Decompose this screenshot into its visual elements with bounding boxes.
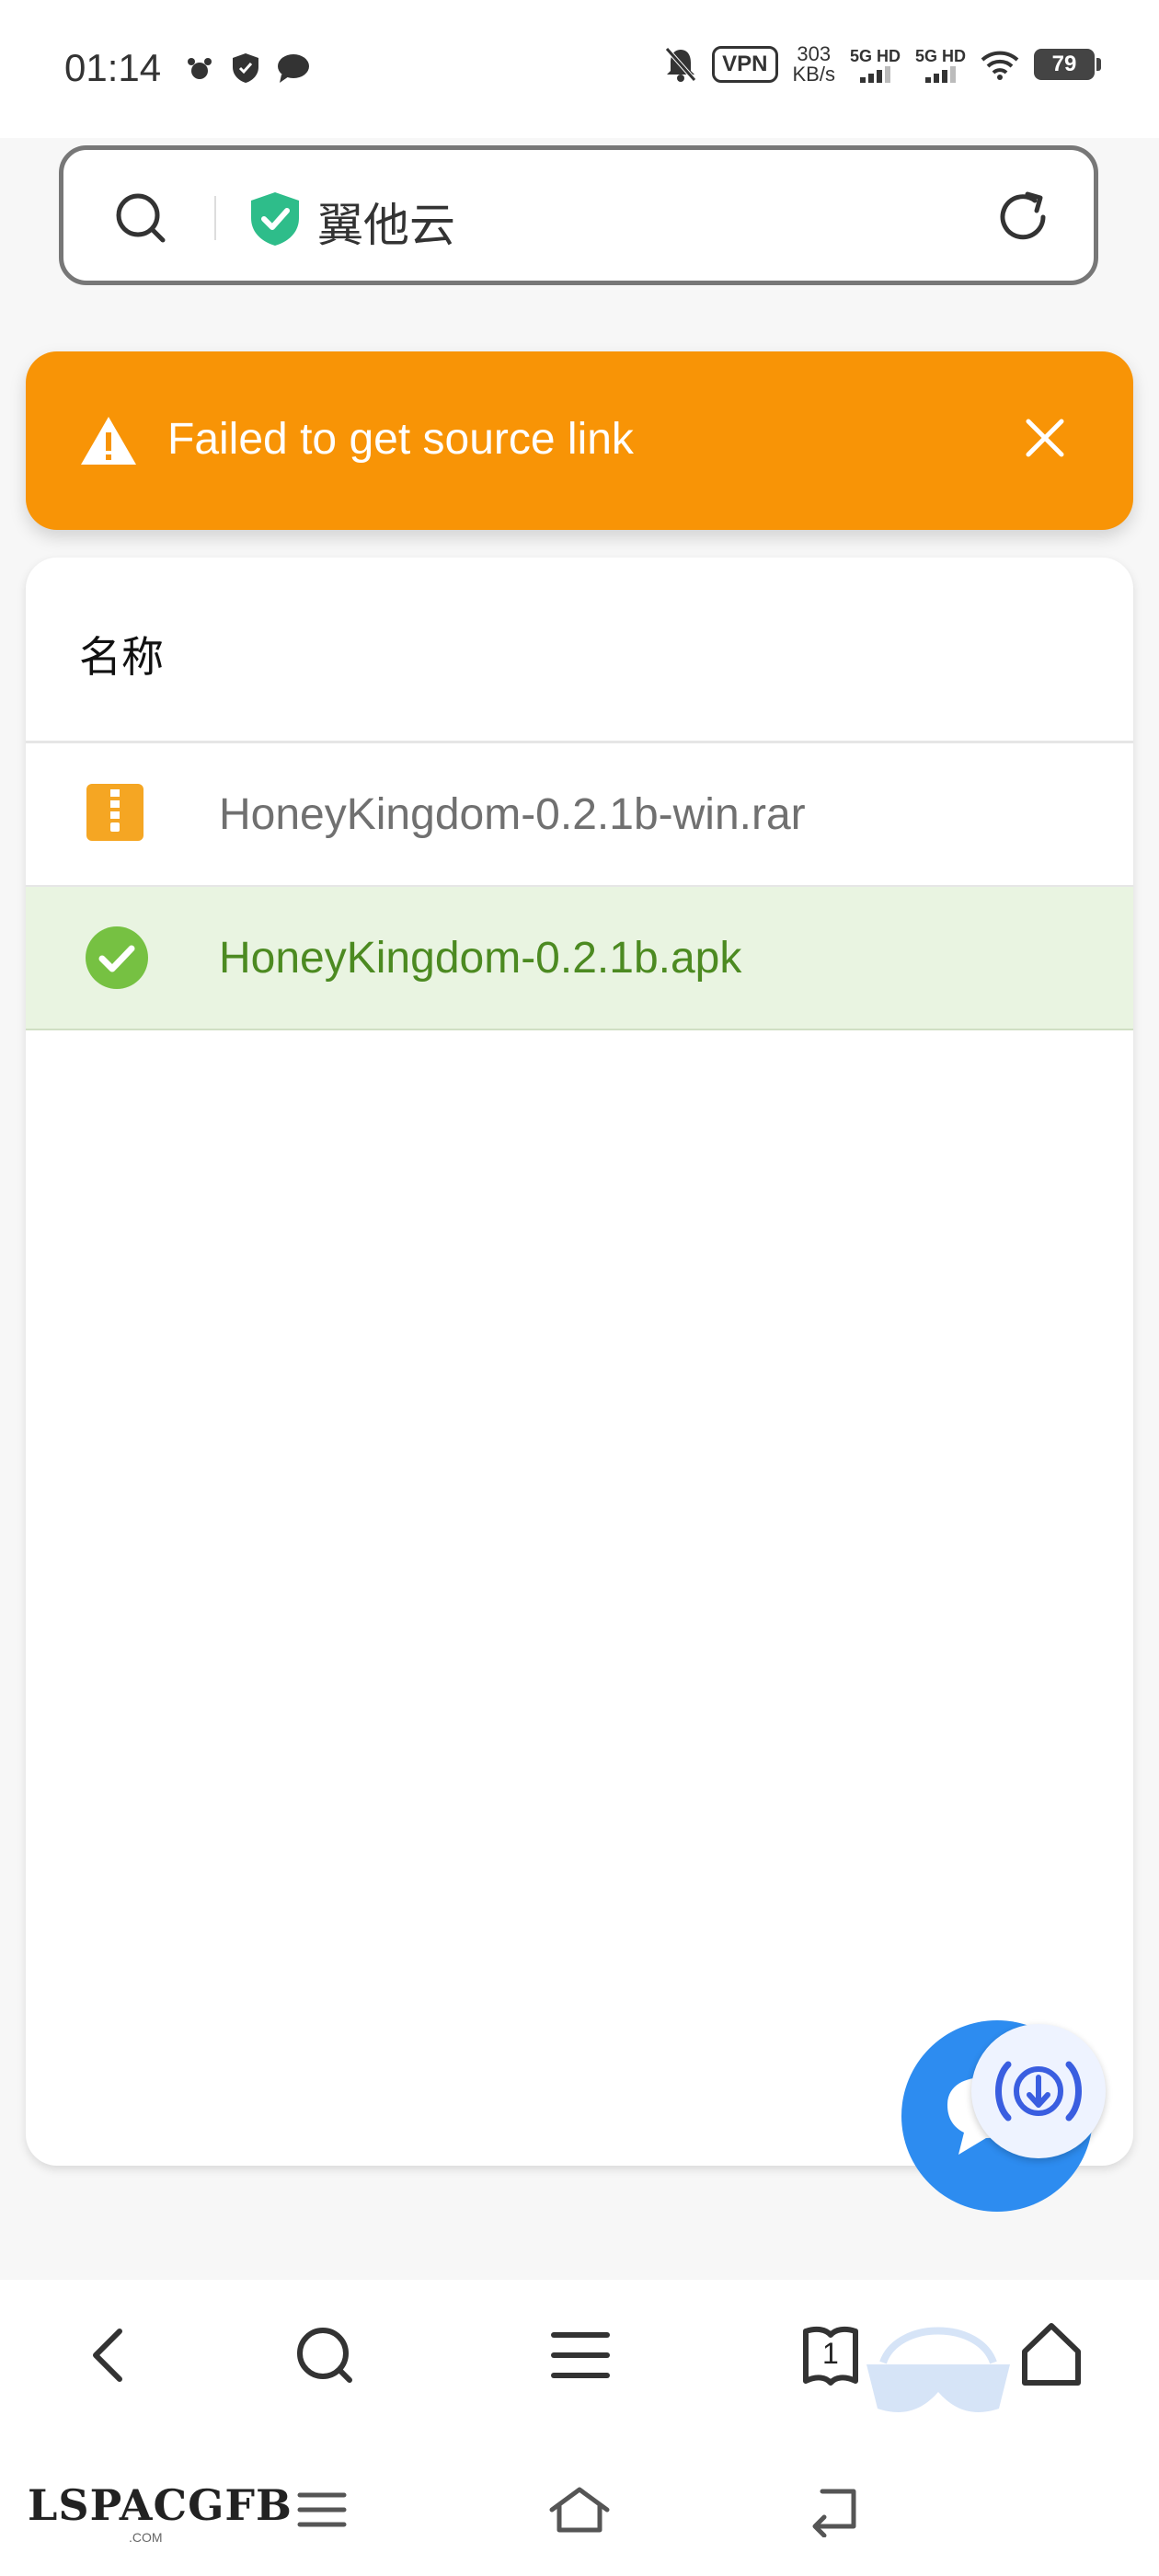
wifi-icon — [981, 51, 1019, 80]
vpn-badge: VPN — [712, 46, 778, 83]
search-icon[interactable] — [293, 2318, 357, 2392]
recent-apps-icon[interactable] — [296, 2482, 348, 2537]
bell-muted-icon — [665, 47, 697, 82]
signal-1: 5G HD — [850, 47, 901, 83]
file-list-card: 名称 HoneyKingdom-0.2.1b-win.rar HoneyKing… — [26, 558, 1133, 2166]
home-nav-icon[interactable] — [546, 2482, 613, 2537]
file-name[interactable]: HoneyKingdom-0.2.1b-win.rar — [219, 789, 806, 840]
status-bar: 01:14 VPN 303 KB/s 5G HD 5G HD 79 — [0, 0, 1159, 138]
browser-toolbar: 1 — [0, 2280, 1159, 2445]
download-wave-icon — [995, 2061, 1082, 2122]
column-header-row: 名称 — [26, 558, 1133, 743]
file-row-selected[interactable]: HoneyKingdom-0.2.1b.apk — [26, 887, 1133, 1030]
watermark-logo: LSPACGFB — [28, 2480, 293, 2530]
back-nav-icon[interactable] — [808, 2482, 866, 2537]
shield-status-icon — [233, 53, 258, 83]
watermark-sub: .COM — [129, 2530, 163, 2545]
download-fab[interactable] — [971, 2024, 1106, 2158]
message-status-icon — [278, 54, 309, 83]
menu-icon[interactable] — [550, 2318, 611, 2392]
site-title[interactable]: 翼他云 — [317, 189, 455, 255]
status-time: 01:14 — [64, 46, 162, 89]
home-icon[interactable] — [1019, 2318, 1084, 2392]
tabs-button[interactable]: 1 — [798, 2318, 863, 2392]
reload-icon[interactable] — [993, 187, 1053, 247]
error-toast: Failed to get source link — [26, 351, 1133, 530]
signal-2: 5G HD — [915, 47, 966, 83]
close-icon[interactable] — [1021, 414, 1069, 462]
archive-icon — [86, 784, 143, 841]
address-bar[interactable]: 翼他云 — [59, 145, 1098, 285]
secure-shield-icon — [251, 192, 299, 246]
battery-indicator: 79 — [1034, 49, 1101, 80]
file-name[interactable]: HoneyKingdom-0.2.1b.apk — [219, 933, 741, 983]
toast-message: Failed to get source link — [167, 415, 634, 464]
check-circle-icon[interactable] — [85, 926, 149, 990]
network-speed: 303 KB/s — [792, 42, 835, 86]
search-icon[interactable] — [113, 190, 168, 246]
column-header-name[interactable]: 名称 — [79, 624, 164, 684]
tab-count: 1 — [822, 2337, 839, 2370]
paw-app-icon — [188, 58, 212, 79]
system-navigation-bar: LSPACGFB .COM — [0, 2445, 1159, 2576]
warning-icon — [81, 417, 136, 465]
back-icon[interactable] — [81, 2318, 136, 2392]
incognito-glasses-icon[interactable] — [861, 2317, 1016, 2436]
file-row[interactable]: HoneyKingdom-0.2.1b-win.rar — [26, 743, 1133, 887]
